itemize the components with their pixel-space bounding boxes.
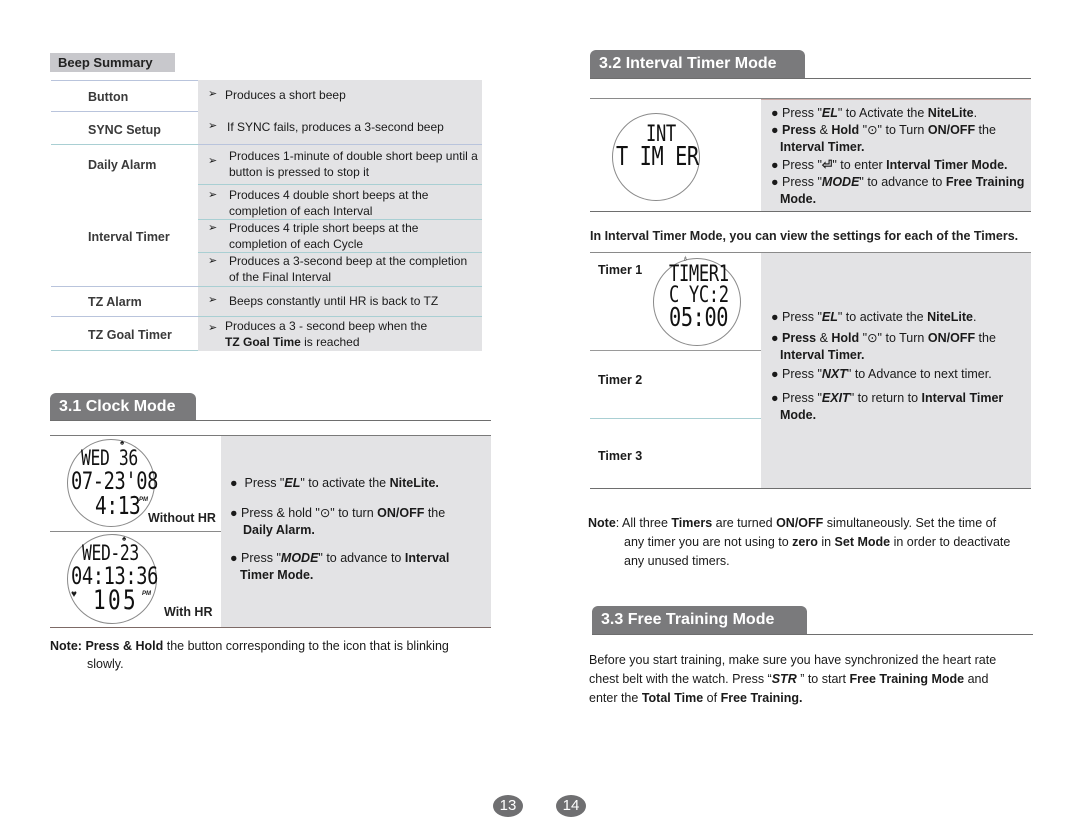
enter-key-icon: ⏎ <box>821 158 833 172</box>
beep-row-desc: ➢ Produces a 3 - second beep when the TZ… <box>198 315 482 351</box>
page-number-right: 14 <box>556 795 586 817</box>
interval-intro-text: In Interval Timer Mode, you can view the… <box>590 229 1019 243</box>
arrow-bullet-icon: ➢ <box>208 255 218 267</box>
beep-summary-title: Beep Summary <box>50 53 175 72</box>
stopwatch-icon: ♁ <box>682 253 689 263</box>
beep-row-desc: ➢ Produces a short beep <box>198 79 482 111</box>
divider <box>590 350 761 351</box>
beep-row-daily-alarm: Daily Alarm ➢ Produces 1-minute of doubl… <box>51 143 482 184</box>
timer-1-label: Timer 1 <box>598 263 643 277</box>
arrow-bullet-icon: ➢ <box>208 154 218 167</box>
clock-bullet-3: ● Press "MODE" to advance to Interval Ti… <box>230 551 450 582</box>
clock-mode-note: Note: Press & Hold the button correspond… <box>50 639 449 671</box>
clock-bullet-2: ● Press & hold "⊙" to turn ON/OFF the Da… <box>230 506 446 537</box>
text-line: enter the Total Time of Free Training. <box>589 691 803 705</box>
divider <box>590 78 1031 79</box>
section-tab-interval-timer-mode: 3.2 Interval Timer Mode <box>590 50 805 79</box>
timer-bullet-3: ● Press "NXT" to Advance to next timer. <box>771 367 992 381</box>
interval-timer-note: Note: All three Timers are turned ON/OFF… <box>588 516 1011 568</box>
divider <box>592 634 1033 635</box>
beep-row-label: Interval Timer <box>88 230 170 244</box>
timer-3-label: Timer 3 <box>598 449 643 463</box>
text-line: any timer you are not using to zero in S… <box>624 535 1011 549</box>
beep-row-sync-setup: SYNC Setup ➢ If SYNC fails, produces a 3… <box>51 110 482 144</box>
beep-row-label: TZ Alarm <box>88 295 142 309</box>
watch-display-timer1: TIMER1 C YC:2 05:00 ♁ <box>653 253 741 346</box>
timer-button-icon: ⊙ <box>319 506 331 520</box>
beep-row-desc: ➢ Produces 4 double short beeps at the c… <box>198 184 482 219</box>
timer-bullet-1: ● Press "EL" to activate the NiteLite. <box>771 310 977 324</box>
watch-display-int-timer: INT T IM ER <box>612 113 700 201</box>
beep-row-button: Button ➢ Produces a short beep <box>51 79 482 111</box>
watch-display-with-hr: WED-23 04:13:36 105 PM ♥ ♠ <box>67 534 158 624</box>
arrow-bullet-icon: ➢ <box>208 321 218 334</box>
page-number-left: 13 <box>493 795 523 817</box>
interval-bullet-4: ● Press "MODE" to advance to Free Traini… <box>771 175 1025 206</box>
text-line: chest belt with the watch. Press “STR ” … <box>589 672 989 686</box>
beep-row-desc: ➢ Produces 1-minute of double short beep… <box>198 143 482 184</box>
beep-row-desc: ➢ Produces 4 triple short beeps at the c… <box>198 219 482 252</box>
interval-bullet-3: ● Press "⏎" to enter Interval Timer Mode… <box>771 158 1008 172</box>
timer-2-label: Timer 2 <box>598 373 643 387</box>
text-line: : All three Timers are turned ON/OFF sim… <box>615 516 997 530</box>
heart-icon: ♥ <box>71 589 77 600</box>
interval-bullet-2: ● Press & Hold "⊙" to Turn ON/OFF the In… <box>771 123 996 154</box>
text-line: Before you start training, make sure you… <box>589 653 997 667</box>
divider <box>50 531 221 532</box>
beep-row-label: Daily Alarm <box>88 158 157 172</box>
beep-row-label: TZ Goal Timer <box>88 328 172 342</box>
section-tab-clock-mode: 3.1 Clock Mode <box>50 393 196 421</box>
beep-row-tz-goal-timer: TZ Goal Timer ➢ Produces a 3 - second be… <box>51 315 482 351</box>
interval-bullet-1: ● Press "EL" to Activate the NiteLite. <box>771 106 978 120</box>
section-tab-free-training-mode: 3.3 Free Training Mode <box>592 606 807 635</box>
divider <box>590 211 1031 212</box>
arrow-bullet-icon: ➢ <box>208 119 218 132</box>
clock-bullet-1: ● Press "EL" to activate the NiteLite. <box>230 476 439 490</box>
free-training-paragraph: Before you start training, make sure you… <box>589 651 996 708</box>
divider <box>50 627 491 628</box>
alarm-bell-icon: ♠ <box>120 438 125 447</box>
arrow-bullet-icon: ➢ <box>208 189 218 201</box>
divider <box>50 420 491 421</box>
beep-row-label: Button <box>88 90 129 104</box>
beep-row-desc: ➢ Produces a 3-second beep at the comple… <box>198 252 482 286</box>
beep-row-desc: ➢ Beeps constantly until HR is back to T… <box>198 285 482 317</box>
text-line: any unused timers. <box>624 554 730 568</box>
timer-bullet-4: ● Press "EXIT" to return to Interval Tim… <box>771 391 1004 422</box>
watch-display-without-hr: WED 36 07-23'08 4:13 PM ♠ <box>67 438 158 527</box>
arrow-bullet-icon: ➢ <box>208 222 218 234</box>
beep-row-tz-alarm: TZ Alarm ➢ Beeps constantly until HR is … <box>51 285 482 317</box>
divider <box>590 488 1031 489</box>
arrow-bullet-icon: ➢ <box>208 87 218 100</box>
beep-row-desc: ➢ If SYNC fails, produces a 3-second bee… <box>198 110 482 144</box>
arrow-bullet-icon: ➢ <box>208 293 218 306</box>
beep-row-label: SYNC Setup <box>88 123 161 137</box>
beep-row-interval-timer: Interval Timer ➢ Produces 4 double short… <box>51 184 482 286</box>
alarm-bell-icon: ♠ <box>122 534 127 543</box>
timer-bullet-2: ● Press & Hold "⊙" to Turn ON/OFF the In… <box>771 331 996 362</box>
divider <box>590 418 761 419</box>
